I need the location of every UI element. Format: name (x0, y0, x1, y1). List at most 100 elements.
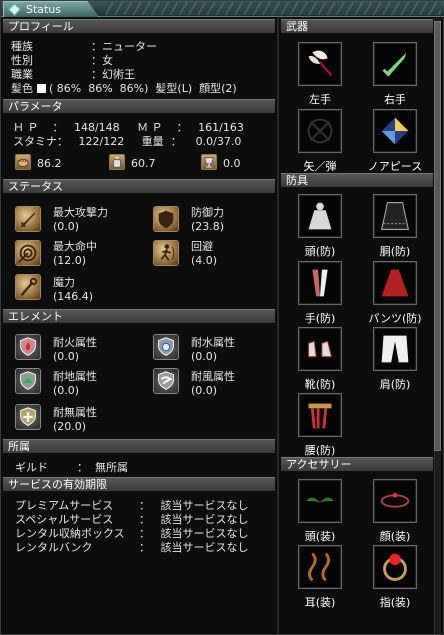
slot-shoes-armor[interactable] (298, 327, 342, 371)
slot-head-armor[interactable] (298, 194, 342, 238)
defense-value: (23.8) (191, 220, 225, 233)
gender-label: 性別 (11, 54, 33, 67)
status-header: ステータス (3, 179, 275, 193)
race-value: ：ニューター (91, 40, 157, 53)
profile-header: プロフィール (3, 19, 275, 33)
premium-service-value: ： 該当サービスなし (139, 499, 249, 512)
special-service-value: ： 該当サービスなし (139, 513, 249, 526)
slot-pants-armor-label: パンツ(防) (368, 312, 422, 325)
params-header: パラメータ (3, 99, 275, 113)
wind-res-label: 耐風属性 (191, 370, 235, 383)
alcohol-value: 0.0 (223, 157, 241, 170)
title-tab[interactable]: Status (3, 1, 99, 17)
hair-color-label: 髪色 (11, 82, 33, 95)
slot-face-accessory[interactable] (373, 479, 417, 523)
dodge-icon (153, 240, 179, 266)
earth-shield-icon (15, 368, 41, 394)
max-accuracy-label: 最大命中 (53, 240, 97, 253)
slot-shoulder-armor[interactable] (373, 327, 417, 371)
slot-head-accessory-label: 頭(装) (304, 530, 336, 543)
rental-box-value: ： 該当サービスなし (139, 527, 249, 540)
slot-head-armor-label: 頭(防) (304, 245, 336, 258)
window-icon (8, 3, 21, 16)
rental-bank-label: レンタルバンク (15, 541, 93, 554)
accessory-header: アクセサリー (281, 457, 433, 471)
bread-icon (15, 154, 31, 170)
element-header: エレメント (3, 309, 275, 323)
title-bar[interactable]: Status (1, 1, 444, 17)
status-window: Status プロフィール 種族 ：ニューター 性別 ：女 職業 ：幻術王 髪色… (0, 0, 444, 635)
hair-color-swatch (37, 84, 46, 93)
race-label: 種族 (11, 40, 33, 53)
none-res-value: (20.0) (53, 420, 87, 433)
premium-service-label: プレミアムサービス (15, 499, 114, 512)
rental-bank-value: ： 該当サービスなし (139, 541, 249, 554)
slot-ear-accessory[interactable] (298, 545, 342, 589)
slot-noah-piece[interactable] (373, 109, 417, 153)
slot-left-hand-label: 左手 (309, 93, 331, 106)
water-shield-icon (153, 334, 179, 360)
slot-right-hand-label: 右手 (384, 93, 406, 106)
max-accuracy-value: (12.0) (53, 254, 87, 267)
max-attack-value: (0.0) (53, 220, 80, 233)
slot-pants-armor[interactable] (373, 261, 417, 305)
water-res-label: 耐水属性 (191, 336, 235, 349)
bottle-icon (109, 154, 125, 170)
slot-face-accessory-label: 顔(装) (379, 530, 411, 543)
defense-label: 防御力 (191, 206, 224, 219)
hp-mp-line: Ｈ Ｐ ： 148/148 Ｍ Ｐ ： 161/163 (13, 121, 244, 134)
none-res-label: 耐無属性 (53, 406, 97, 419)
slot-ammo[interactable] (298, 109, 342, 153)
wind-shield-icon (153, 368, 179, 394)
staff-icon (15, 274, 41, 300)
title-decoration (105, 2, 441, 15)
slot-waist-armor-label: 腰(防) (304, 444, 336, 457)
hair-details: ( 86% 86% 86%) 髪型(L) 顔型(2) (49, 82, 237, 95)
slot-left-hand[interactable] (298, 42, 342, 86)
evasion-value: (4.0) (191, 254, 218, 267)
slot-ammo-label: 矢／弾 (303, 160, 337, 173)
slot-head-accessory[interactable] (298, 479, 342, 523)
slot-hand-armor[interactable] (298, 261, 342, 305)
special-service-label: スペシャルサービス (15, 513, 114, 526)
slot-hand-armor-label: 手(防) (304, 312, 336, 325)
slot-right-hand[interactable] (373, 42, 417, 86)
slot-body-armor-label: 胴(防) (379, 245, 411, 258)
earth-res-value: (0.0) (53, 384, 80, 397)
slot-noah-piece-label: ノアピース (367, 160, 423, 173)
slot-shoulder-armor-label: 肩(防) (379, 378, 411, 391)
magic-value: (146.4) (53, 290, 94, 303)
slot-shoes-armor-label: 靴(防) (304, 378, 336, 391)
job-label: 職業 (11, 68, 33, 81)
column-divider (277, 18, 279, 634)
slot-waist-armor[interactable] (298, 393, 342, 437)
window-title: Status (26, 3, 62, 16)
armor-header: 防具 (281, 173, 433, 187)
guild-label: ギルド (15, 461, 48, 474)
food-value: 86.2 (37, 157, 62, 170)
target-icon (15, 240, 41, 266)
cup-icon (201, 154, 217, 170)
fire-res-value: (0.0) (53, 350, 80, 363)
slot-body-armor[interactable] (373, 194, 417, 238)
water-res-value: (0.0) (191, 350, 218, 363)
sword-icon (15, 206, 41, 232)
stamina-weight-line: スタミナ： 122/122 重量 ： 0.0/37.0 (13, 135, 242, 148)
weapons-header: 武器 (281, 19, 433, 33)
affiliation-header: 所属 (3, 439, 275, 453)
magic-label: 魔力 (53, 276, 75, 289)
job-value: ：幻術王 (91, 68, 135, 81)
scrollbar-thumb[interactable] (434, 21, 441, 451)
fire-shield-icon (15, 334, 41, 360)
evasion-label: 回避 (191, 240, 213, 253)
max-attack-label: 最大攻撃力 (53, 206, 108, 219)
slot-ear-accessory-label: 耳(装) (304, 596, 336, 609)
earth-res-label: 耐地属性 (53, 370, 97, 383)
fire-res-label: 耐火属性 (53, 336, 97, 349)
slot-finger-accessory[interactable] (373, 545, 417, 589)
wind-res-value: (0.0) (191, 384, 218, 397)
slot-finger-accessory-label: 指(装) (379, 596, 411, 609)
guild-value: ： 無所属 (77, 461, 128, 474)
rental-box-label: レンタル収納ボックス (15, 527, 125, 540)
services-header: サービスの有効期限 (3, 477, 275, 491)
